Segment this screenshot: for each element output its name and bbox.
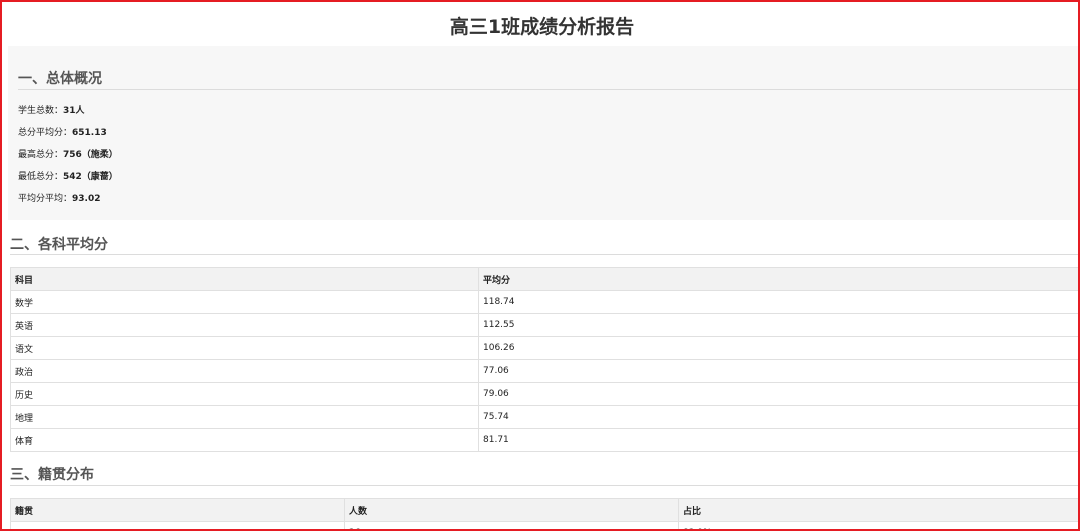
column-header: 占比 [678,498,1078,522]
subjects-divider [10,254,1078,255]
count-cell: 26 [344,521,679,529]
report-frame: 高三1班成绩分析报告 一、总体概况 学生总数：31人 总分平均分：651.13 … [0,0,1080,531]
subject-cell: 历史 [10,382,479,406]
table-header-row: 籍贯 人数 占比 [10,498,1078,522]
stat-label: 学生总数： [18,106,64,116]
table-row: 政治 77.06 [10,359,1078,383]
average-cell: 118.74 [478,290,1078,314]
stat-total-average: 总分平均分：651.13 [18,125,107,138]
origin-heading: 三、籍贯分布 [10,467,94,483]
stat-highest-total: 最高总分：756（施柔） [18,147,118,160]
average-cell: 79.06 [478,382,1078,406]
stat-lowest-total: 最低总分：542（康蔷） [18,169,118,182]
stat-value: 93.02 [72,194,101,204]
table-row: 北京 26 83.9% [10,521,1078,529]
stat-student-count: 学生总数：31人 [18,103,85,116]
average-cell: 77.06 [478,359,1078,383]
average-cell: 112.55 [478,313,1078,337]
average-cell: 75.74 [478,405,1078,429]
subject-cell: 地理 [10,405,479,429]
stat-label: 最低总分： [18,172,64,182]
column-header: 籍贯 [10,498,345,522]
average-cell: 81.71 [478,428,1078,452]
ratio-cell: 83.9% [678,521,1078,529]
subject-average-table: 科目 平均分 数学 118.74 英语 112.55 语文 106.26 政治 … [10,267,1078,452]
origin-cell: 北京 [10,521,345,529]
subject-cell: 体育 [10,428,479,452]
subject-cell: 数学 [10,290,479,314]
column-header: 科目 [10,267,479,291]
subjects-heading: 二、各科平均分 [10,237,108,253]
table-row: 语文 106.26 [10,336,1078,360]
table-row: 体育 81.71 [10,428,1078,452]
stat-mean-average: 平均分平均：93.02 [18,191,100,204]
stat-value: 542（康蔷） [63,172,118,182]
table-row: 数学 118.74 [10,290,1078,314]
table-row: 历史 79.06 [10,382,1078,406]
average-cell: 106.26 [478,336,1078,360]
subject-cell: 英语 [10,313,479,337]
stat-value: 651.13 [72,128,107,138]
origin-divider [10,485,1078,486]
overview-heading: 一、总体概况 [18,71,102,87]
overview-divider [18,89,1078,90]
stat-value: 756（施柔） [63,150,118,160]
column-header: 平均分 [478,267,1078,291]
stat-value: 31人 [63,106,85,116]
stat-label: 最高总分： [18,150,64,160]
overview-panel: 一、总体概况 学生总数：31人 总分平均分：651.13 最高总分：756（施柔… [8,46,1078,220]
table-row: 地理 75.74 [10,405,1078,429]
column-header: 人数 [344,498,679,522]
subject-cell: 语文 [10,336,479,360]
stat-label: 总分平均分： [18,128,73,138]
subject-cell: 政治 [10,359,479,383]
table-row: 英语 112.55 [10,313,1078,337]
page-title: 高三1班成绩分析报告 [449,16,635,38]
table-header-row: 科目 平均分 [10,267,1078,291]
stat-label: 平均分平均： [18,194,73,204]
origin-distribution-table: 籍贯 人数 占比 北京 26 83.9% [10,498,1078,529]
